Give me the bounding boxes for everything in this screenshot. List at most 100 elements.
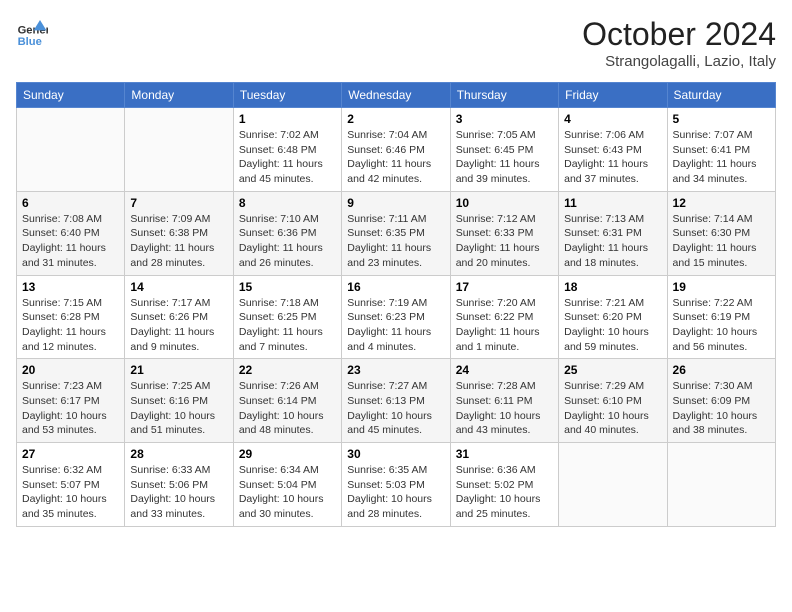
calendar-cell: 23 Sunrise: 7:27 AMSunset: 6:13 PMDayligh… <box>342 359 450 443</box>
day-info: Sunrise: 7:22 AMSunset: 6:19 PMDaylight:… <box>673 296 770 355</box>
day-number: 13 <box>22 280 119 294</box>
day-info: Sunrise: 7:30 AMSunset: 6:09 PMDaylight:… <box>673 379 770 438</box>
day-number: 24 <box>456 363 553 377</box>
day-info: Sunrise: 7:21 AMSunset: 6:20 PMDaylight:… <box>564 296 661 355</box>
calendar-cell: 24 Sunrise: 7:28 AMSunset: 6:11 PMDayligh… <box>450 359 558 443</box>
calendar-cell: 12Sunrise: 7:14 AMSunset: 6:30 PMDayligh… <box>667 191 775 275</box>
day-number: 27 <box>22 447 119 461</box>
calendar-cell: 10Sunrise: 7:12 AMSunset: 6:33 PMDayligh… <box>450 191 558 275</box>
day-number: 19 <box>673 280 770 294</box>
weekday-header: Tuesday <box>233 83 341 108</box>
day-info: Sunrise: 6:34 AMSunset: 5:04 PMDaylight:… <box>239 463 336 522</box>
calendar-week-row: 20 Sunrise: 7:23 AMSunset: 6:17 PMDayligh… <box>17 359 776 443</box>
day-info: Sunrise: 7:12 AMSunset: 6:33 PMDaylight:… <box>456 212 553 271</box>
calendar-cell: 2Sunrise: 7:04 AMSunset: 6:46 PMDaylight… <box>342 108 450 192</box>
day-info: Sunrise: 6:32 AMSunset: 5:07 PMDaylight:… <box>22 463 119 522</box>
calendar-cell: 25Sunrise: 7:29 AMSunset: 6:10 PMDayligh… <box>559 359 667 443</box>
weekday-header: Monday <box>125 83 233 108</box>
day-info: Sunrise: 7:15 AMSunset: 6:28 PMDaylight:… <box>22 296 119 355</box>
calendar-week-row: 6Sunrise: 7:08 AMSunset: 6:40 PMDaylight… <box>17 191 776 275</box>
calendar-cell: 29 Sunrise: 6:34 AMSunset: 5:04 PMDayligh… <box>233 443 341 527</box>
calendar-cell: 11 Sunrise: 7:13 AMSunset: 6:31 PMDayligh… <box>559 191 667 275</box>
calendar-cell: 4 Sunrise: 7:06 AMSunset: 6:43 PMDaylight… <box>559 108 667 192</box>
calendar-cell: 17Sunrise: 7:20 AMSunset: 6:22 PMDayligh… <box>450 275 558 359</box>
day-info: Sunrise: 6:35 AMSunset: 5:03 PMDaylight:… <box>347 463 444 522</box>
calendar-cell: 30 Sunrise: 6:35 AMSunset: 5:03 PMDayligh… <box>342 443 450 527</box>
day-number: 4 <box>564 112 661 126</box>
calendar-cell: 6Sunrise: 7:08 AMSunset: 6:40 PMDaylight… <box>17 191 125 275</box>
calendar-cell: 28 Sunrise: 6:33 AMSunset: 5:06 PMDayligh… <box>125 443 233 527</box>
day-number: 30 <box>347 447 444 461</box>
weekday-header: Thursday <box>450 83 558 108</box>
day-number: 22 <box>239 363 336 377</box>
day-info: Sunrise: 7:10 AMSunset: 6:36 PMDaylight:… <box>239 212 336 271</box>
day-info: Sunrise: 6:36 AMSunset: 5:02 PMDaylight:… <box>456 463 553 522</box>
day-info: Sunrise: 7:18 AMSunset: 6:25 PMDaylight:… <box>239 296 336 355</box>
day-info: Sunrise: 7:13 AMSunset: 6:31 PMDaylight:… <box>564 212 661 271</box>
day-number: 17 <box>456 280 553 294</box>
logo: General Blue <box>16 16 48 48</box>
day-number: 20 <box>22 363 119 377</box>
day-info: Sunrise: 7:06 AMSunset: 6:43 PMDaylight:… <box>564 128 661 187</box>
day-number: 21 <box>130 363 227 377</box>
calendar-cell: 19 Sunrise: 7:22 AMSunset: 6:19 PMDayligh… <box>667 275 775 359</box>
day-info: Sunrise: 7:02 AMSunset: 6:48 PMDaylight:… <box>239 128 336 187</box>
day-info: Sunrise: 7:28 AMSunset: 6:11 PMDaylight:… <box>456 379 553 438</box>
day-info: Sunrise: 7:04 AMSunset: 6:46 PMDaylight:… <box>347 128 444 187</box>
calendar-cell: 15 Sunrise: 7:18 AMSunset: 6:25 PMDayligh… <box>233 275 341 359</box>
month-title: October 2024 <box>582 16 776 53</box>
day-number: 12 <box>673 196 770 210</box>
day-info: Sunrise: 7:29 AMSunset: 6:10 PMDaylight:… <box>564 379 661 438</box>
day-number: 7 <box>130 196 227 210</box>
day-info: Sunrise: 7:26 AMSunset: 6:14 PMDaylight:… <box>239 379 336 438</box>
weekday-header: Sunday <box>17 83 125 108</box>
day-number: 11 <box>564 196 661 210</box>
weekday-header: Saturday <box>667 83 775 108</box>
day-info: Sunrise: 7:23 AMSunset: 6:17 PMDaylight:… <box>22 379 119 438</box>
calendar-week-row: 13 Sunrise: 7:15 AMSunset: 6:28 PMDayligh… <box>17 275 776 359</box>
day-number: 23 <box>347 363 444 377</box>
svg-text:Blue: Blue <box>18 36 42 48</box>
day-info: Sunrise: 7:07 AMSunset: 6:41 PMDaylight:… <box>673 128 770 187</box>
calendar-cell: 26 Sunrise: 7:30 AMSunset: 6:09 PMDayligh… <box>667 359 775 443</box>
calendar-cell: 8 Sunrise: 7:10 AMSunset: 6:36 PMDaylight… <box>233 191 341 275</box>
calendar-cell: 14 Sunrise: 7:17 AMSunset: 6:26 PMDayligh… <box>125 275 233 359</box>
day-info: Sunrise: 7:27 AMSunset: 6:13 PMDaylight:… <box>347 379 444 438</box>
calendar-cell <box>667 443 775 527</box>
day-info: Sunrise: 7:11 AMSunset: 6:35 PMDaylight:… <box>347 212 444 271</box>
day-info: Sunrise: 7:19 AMSunset: 6:23 PMDaylight:… <box>347 296 444 355</box>
calendar-cell: 9Sunrise: 7:11 AMSunset: 6:35 PMDaylight… <box>342 191 450 275</box>
calendar-cell: 16Sunrise: 7:19 AMSunset: 6:23 PMDayligh… <box>342 275 450 359</box>
calendar-cell: 13 Sunrise: 7:15 AMSunset: 6:28 PMDayligh… <box>17 275 125 359</box>
logo-icon: General Blue <box>16 16 48 48</box>
calendar-cell: 18Sunrise: 7:21 AMSunset: 6:20 PMDayligh… <box>559 275 667 359</box>
calendar-cell: 1 Sunrise: 7:02 AMSunset: 6:48 PMDaylight… <box>233 108 341 192</box>
day-number: 14 <box>130 280 227 294</box>
day-info: Sunrise: 7:17 AMSunset: 6:26 PMDaylight:… <box>130 296 227 355</box>
day-number: 1 <box>239 112 336 126</box>
calendar-cell: 31 Sunrise: 6:36 AMSunset: 5:02 PMDayligh… <box>450 443 558 527</box>
day-info: Sunrise: 7:25 AMSunset: 6:16 PMDaylight:… <box>130 379 227 438</box>
calendar-cell: 22 Sunrise: 7:26 AMSunset: 6:14 PMDayligh… <box>233 359 341 443</box>
calendar-cell <box>559 443 667 527</box>
day-number: 8 <box>239 196 336 210</box>
day-number: 28 <box>130 447 227 461</box>
day-info: Sunrise: 6:33 AMSunset: 5:06 PMDaylight:… <box>130 463 227 522</box>
calendar-cell: 21 Sunrise: 7:25 AMSunset: 6:16 PMDayligh… <box>125 359 233 443</box>
day-number: 15 <box>239 280 336 294</box>
day-number: 31 <box>456 447 553 461</box>
day-number: 29 <box>239 447 336 461</box>
weekday-header: Wednesday <box>342 83 450 108</box>
calendar-week-row: 1 Sunrise: 7:02 AMSunset: 6:48 PMDaylight… <box>17 108 776 192</box>
page-header: General Blue October 2024 Strangolagalli… <box>16 16 776 70</box>
calendar-week-row: 27 Sunrise: 6:32 AMSunset: 5:07 PMDayligh… <box>17 443 776 527</box>
location: Strangolagalli, Lazio, Italy <box>582 53 776 70</box>
day-number: 3 <box>456 112 553 126</box>
calendar-cell: 20 Sunrise: 7:23 AMSunset: 6:17 PMDayligh… <box>17 359 125 443</box>
calendar-header-row: SundayMondayTuesdayWednesdayThursdayFrid… <box>17 83 776 108</box>
day-number: 6 <box>22 196 119 210</box>
calendar-cell: 3Sunrise: 7:05 AMSunset: 6:45 PMDaylight… <box>450 108 558 192</box>
calendar-cell <box>17 108 125 192</box>
calendar-cell: 5Sunrise: 7:07 AMSunset: 6:41 PMDaylight… <box>667 108 775 192</box>
day-number: 26 <box>673 363 770 377</box>
